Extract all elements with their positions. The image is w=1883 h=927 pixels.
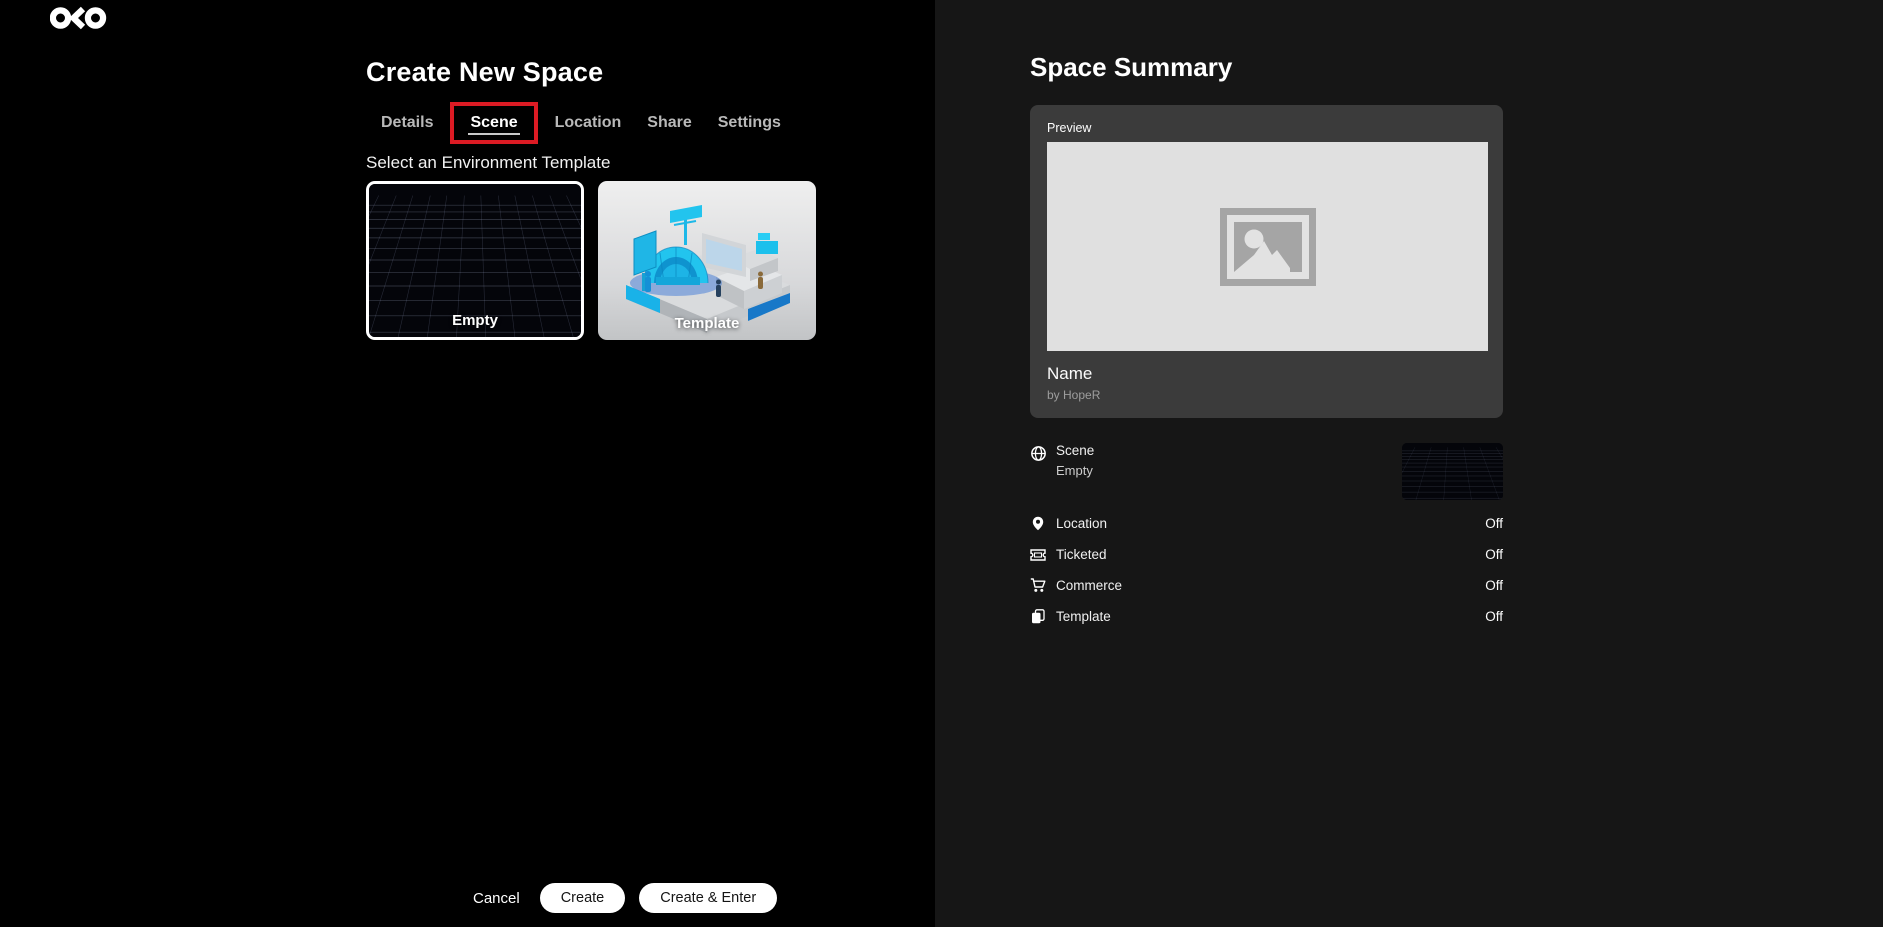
create-button[interactable]: Create [540, 883, 626, 913]
globe-icon [1030, 445, 1046, 461]
space-summary-panel: Space Summary Preview Name by HopeR [935, 0, 1883, 927]
summary-title: Space Summary [1030, 52, 1503, 83]
summary-row-template: Template Off [1030, 601, 1503, 632]
preview-label: Preview [1047, 121, 1489, 135]
summary-row-scene-value: Empty [1056, 463, 1094, 478]
environment-template-label: Select an Environment Template [366, 153, 846, 173]
oko-logo [50, 5, 112, 31]
scene-thumbnail [1402, 443, 1503, 500]
template-card-template-label: Template [598, 315, 816, 332]
tab-details-label: Details [381, 114, 433, 131]
tab-bar: Details Scene Location Share Settings [368, 102, 846, 144]
tab-share-label: Share [647, 114, 691, 131]
tab-details[interactable]: Details [368, 102, 446, 144]
summary-rows: Scene Empty [1030, 443, 1503, 632]
template-list: Empty [366, 181, 846, 340]
template-card-empty[interactable]: Empty [366, 181, 584, 340]
cart-icon [1030, 578, 1046, 594]
tab-scene[interactable]: Scene [450, 102, 537, 144]
summary-row-scene-label: Scene [1056, 443, 1094, 458]
summary-row-template-value: Off [1485, 609, 1503, 624]
summary-row-location-label: Location [1056, 516, 1107, 531]
preview-image-area [1047, 142, 1488, 351]
create-and-enter-button[interactable]: Create & Enter [639, 883, 777, 913]
tab-location[interactable]: Location [542, 102, 635, 144]
summary-row-commerce-value: Off [1485, 578, 1503, 593]
page-title: Create New Space [366, 57, 846, 88]
tab-scene-label: Scene [470, 114, 517, 131]
summary-preview-card: Preview Name by HopeR [1030, 105, 1503, 418]
image-placeholder-icon [1220, 208, 1316, 286]
create-space-panel: Create New Space Details Scene Location … [0, 0, 935, 927]
app-window: Create New Space Details Scene Location … [0, 0, 1883, 927]
summary-row-scene: Scene Empty [1030, 443, 1503, 500]
template-card-empty-label: Empty [369, 312, 581, 329]
template-card-template[interactable]: Template [598, 181, 816, 340]
tab-settings[interactable]: Settings [705, 102, 794, 144]
tab-settings-label: Settings [718, 114, 781, 131]
summary-row-commerce-label: Commerce [1056, 578, 1122, 593]
summary-row-ticketed-label: Ticketed [1056, 547, 1107, 562]
summary-row-ticketed: Ticketed Off [1030, 539, 1503, 570]
space-author: by HopeR [1047, 388, 1489, 402]
template-icon [1030, 609, 1046, 625]
dialog-footer: Cancel Create Create & Enter [467, 883, 777, 913]
location-pin-icon [1030, 516, 1046, 532]
summary-row-template-label: Template [1056, 609, 1111, 624]
summary-row-location: Location Off [1030, 508, 1503, 539]
tab-share[interactable]: Share [634, 102, 704, 144]
summary-row-commerce: Commerce Off [1030, 570, 1503, 601]
summary-row-location-value: Off [1485, 516, 1503, 531]
summary-row-ticketed-value: Off [1485, 547, 1503, 562]
ticket-icon [1030, 547, 1046, 563]
active-tab-underline [468, 133, 519, 135]
space-name: Name [1047, 364, 1489, 384]
tab-location-label: Location [555, 114, 622, 131]
cancel-button[interactable]: Cancel [467, 890, 526, 907]
